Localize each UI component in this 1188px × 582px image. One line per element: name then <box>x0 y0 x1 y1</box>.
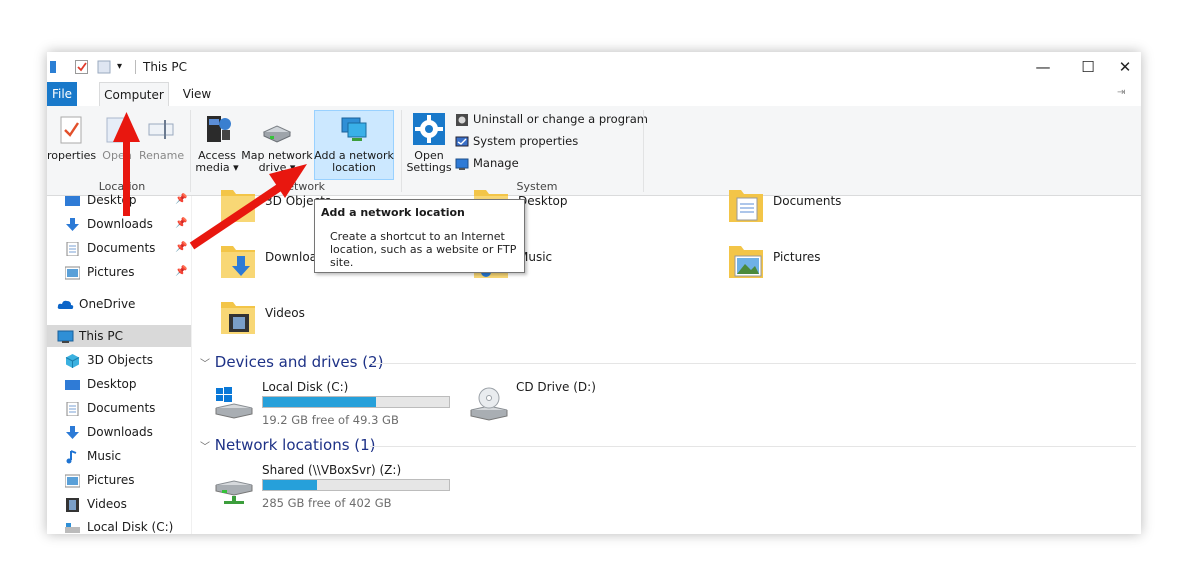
arrow-to-computer-tab <box>113 112 140 216</box>
arrow-to-add-network-location <box>189 164 307 250</box>
file-explorer-window: ▾ This PC — ☐ ✕ File Computer View ⇥ rop… <box>47 52 1141 534</box>
annotation-arrows <box>113 112 307 250</box>
